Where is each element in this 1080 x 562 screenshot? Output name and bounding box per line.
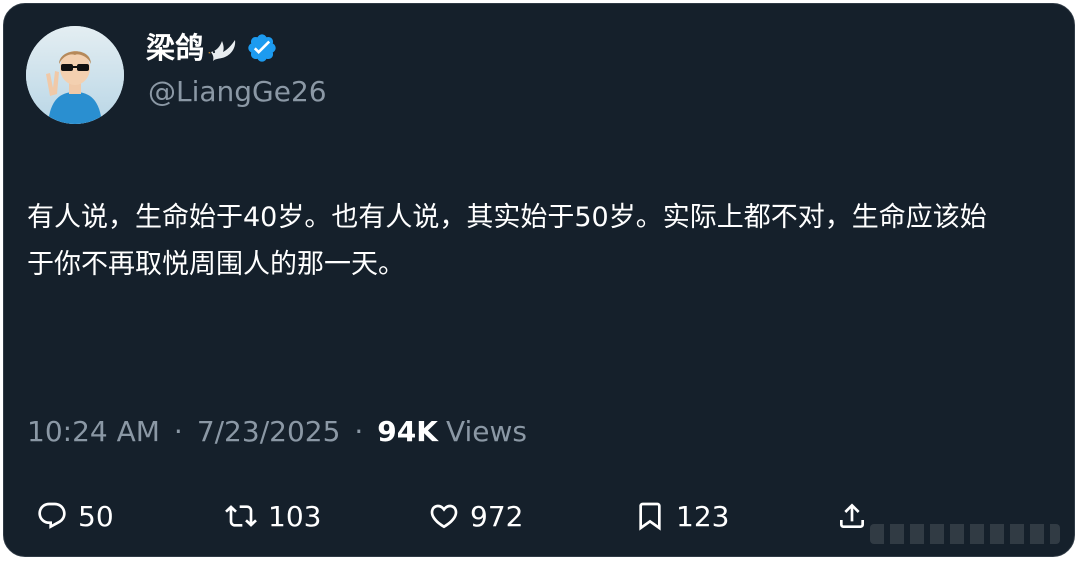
tweet-text-line: 有人说，生命始于40岁。也有人说，其实始于50岁。实际上都不对，生命应该始 <box>27 202 987 233</box>
avatar-photo-icon <box>26 26 124 124</box>
retweet-icon <box>224 500 258 532</box>
views-count: 94K <box>377 415 438 448</box>
bookmark-button[interactable]: 123 <box>634 492 729 540</box>
tweet-meta: 10:24 AM · 7/23/2025 · 94K Views <box>27 414 527 450</box>
avatar[interactable] <box>26 26 124 124</box>
tweet-card: 梁鸽 @LiangGe26 有人说，生命始于40岁。也有人说，其实始于50岁。实… <box>3 3 1075 557</box>
meta-separator: · <box>354 415 364 448</box>
reply-icon <box>36 500 68 532</box>
reply-button[interactable]: 50 <box>36 492 114 540</box>
retweet-count: 103 <box>268 499 322 533</box>
bookmark-icon <box>634 500 666 532</box>
meta-separator: · <box>173 415 183 448</box>
share-icon <box>836 500 868 532</box>
display-name[interactable]: 梁鸽 <box>146 30 278 66</box>
views-label: Views <box>445 415 528 448</box>
tweet-text: 有人说，生命始于40岁。也有人说，其实始于50岁。实际上都不对，生命应该始 于你… <box>27 194 1057 288</box>
tweet-text-line: 于你不再取悦周围人的那一天。 <box>27 249 405 280</box>
user-handle[interactable]: @LiangGe26 <box>148 74 327 110</box>
like-button[interactable]: 972 <box>428 492 523 540</box>
watermark <box>870 524 1060 544</box>
display-name-text: 梁鸽 <box>146 31 205 65</box>
tweet-time[interactable]: 10:24 AM <box>27 415 160 448</box>
retweet-button[interactable]: 103 <box>224 492 321 540</box>
dove-icon <box>208 35 238 61</box>
tweet-date[interactable]: 7/23/2025 <box>197 415 341 448</box>
bookmark-count: 123 <box>676 499 730 533</box>
reply-count: 50 <box>78 499 114 533</box>
like-count: 972 <box>470 499 524 533</box>
verified-badge-icon <box>246 32 278 64</box>
share-button[interactable] <box>836 492 868 540</box>
heart-icon <box>428 500 460 532</box>
